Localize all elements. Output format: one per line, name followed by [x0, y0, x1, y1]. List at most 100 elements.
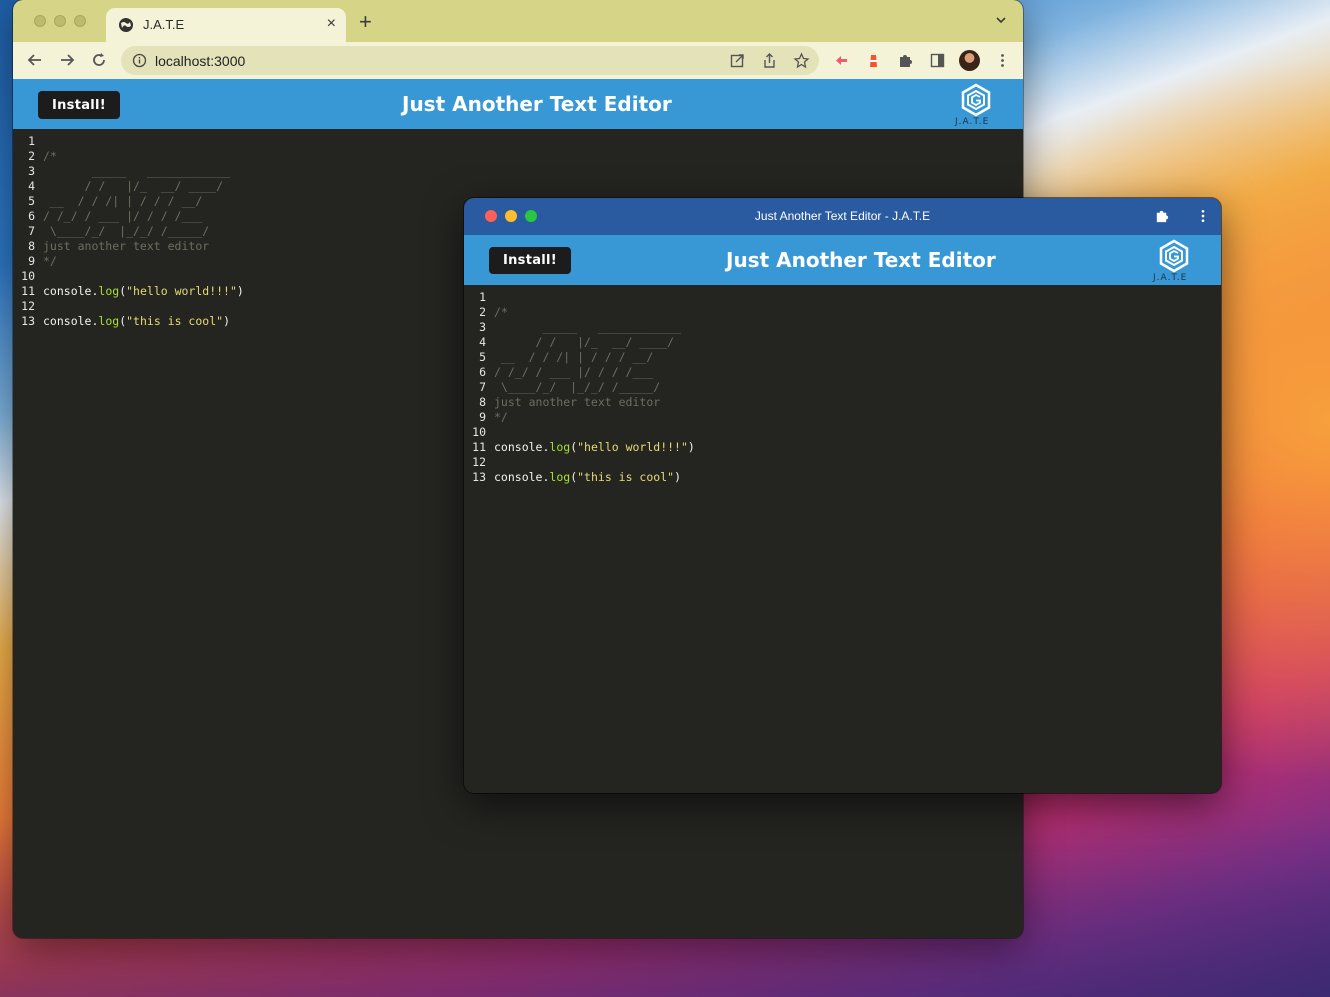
code-token: _____ ____________ [494, 320, 681, 334]
code-token: log [98, 284, 120, 298]
code-token: ) [223, 314, 230, 328]
site-info-icon[interactable] [132, 53, 147, 68]
side-panel-icon[interactable] [929, 52, 946, 69]
minimize-window-button[interactable] [54, 15, 66, 27]
code-token: ) [236, 284, 244, 298]
pwa-window-title: Just Another Text Editor - J.A.T.E [754, 209, 931, 223]
code-token: console [43, 284, 92, 298]
code-token: log [549, 470, 571, 484]
code-token: log [98, 314, 120, 328]
line-number: 7 [479, 380, 486, 394]
line-number: 10 [21, 269, 35, 283]
extensions-puzzle-icon[interactable] [897, 52, 914, 69]
forward-arrow-icon[interactable] [57, 50, 77, 70]
line-number: 5 [28, 194, 35, 208]
url-text[interactable]: localhost:3000 [155, 53, 245, 69]
code-line: 2 /* [13, 149, 1023, 164]
globe-icon [119, 18, 133, 32]
code-line: 2 /* [464, 305, 1221, 320]
code-line: 4 / / |/_ __/ ____/ [13, 179, 1023, 194]
zoom-window-button[interactable] [74, 15, 86, 27]
pwa-titlebar: Just Another Text Editor - J.A.T.E [464, 198, 1221, 235]
pwa-window: Just Another Text Editor - J.A.T.E Insta… [464, 198, 1221, 793]
line-number: 8 [479, 395, 486, 409]
line-number: 11 [472, 440, 486, 454]
logo-text: J.A.T.E [955, 117, 990, 127]
code-line: 3 _____ ____________ [464, 320, 1221, 335]
close-window-button[interactable] [34, 15, 46, 27]
line-number: 2 [479, 305, 486, 319]
code-token: / / |/_ __/ ____/ [43, 179, 224, 193]
code-token: "this is cool" [577, 470, 675, 484]
kebab-menu-icon[interactable] [1195, 208, 1211, 224]
line-number: 9 [479, 410, 486, 424]
code-token: __ / / /| | / / / __/ [494, 350, 654, 364]
profile-avatar[interactable] [959, 50, 980, 71]
line-number: 3 [28, 164, 35, 178]
line-number: 2 [28, 149, 35, 163]
code-token: "this is cool" [126, 314, 224, 328]
line-number: 4 [479, 335, 486, 349]
line-number: 3 [479, 320, 486, 334]
browser-toolbar: localhost:3000 [13, 42, 1023, 79]
code-token: __ / / /| | / / / __/ [43, 194, 203, 208]
code-editor[interactable]: 1 2 /* 3 _____ ____________ 4 / / |/_ __/… [464, 285, 1221, 793]
line-number: 13 [472, 470, 486, 484]
extension-lighthouse-icon[interactable] [865, 52, 882, 69]
line-number: 6 [28, 209, 35, 223]
code-token: log [549, 440, 571, 454]
code-token: / / |/_ __/ ____/ [494, 335, 675, 349]
share-icon[interactable] [761, 52, 778, 69]
line-number: 9 [28, 254, 35, 268]
code-line: 9 */ [464, 410, 1221, 425]
browser-tab[interactable]: J.A.T.E × [106, 8, 346, 42]
install-button[interactable]: Install! [38, 91, 120, 119]
code-line: 1 [13, 134, 1023, 149]
line-number: 1 [28, 134, 35, 148]
code-line: 10 [464, 425, 1221, 440]
code-token: console [494, 470, 543, 484]
extension-arrow-icon[interactable] [833, 52, 850, 69]
line-number: 7 [28, 224, 35, 238]
extensions-puzzle-icon[interactable] [1154, 208, 1170, 224]
new-tab-button[interactable]: + [359, 11, 372, 33]
page-title: Just Another Text Editor [402, 92, 672, 116]
code-token: ) [674, 470, 681, 484]
code-line: 1 [464, 290, 1221, 305]
app-header: Install! Just Another Text Editor J.A.T.… [464, 235, 1221, 285]
code-token: /* [43, 149, 57, 163]
line-number: 1 [479, 290, 486, 304]
install-button[interactable]: Install! [489, 247, 571, 274]
code-token: \____/_/ |_/_/ /_____/ [494, 380, 661, 394]
line-number: 4 [28, 179, 35, 193]
code-token: / /_/ / ___ |/ / / /___ [43, 209, 203, 223]
code-line: 13 console.log("this is cool") [464, 470, 1221, 485]
address-bar[interactable]: localhost:3000 [121, 46, 819, 75]
line-number: 13 [21, 314, 35, 328]
code-token: \____/_/ |_/_/ /_____/ [43, 224, 210, 238]
line-number: 12 [472, 455, 486, 469]
tab-close-icon[interactable]: × [327, 15, 336, 33]
code-token: _____ ____________ [43, 164, 230, 178]
app-header: Install! Just Another Text Editor J.A.T.… [13, 79, 1023, 129]
back-arrow-icon[interactable] [25, 50, 45, 70]
code-token: console [494, 440, 543, 454]
code-line: 8 just another text editor [464, 395, 1221, 410]
line-number: 8 [28, 239, 35, 253]
reload-icon[interactable] [89, 50, 109, 70]
code-token: ) [687, 440, 695, 454]
code-line: 7 \____/_/ |_/_/ /_____/ [464, 380, 1221, 395]
tab-strip: J.A.T.E × + [13, 0, 1023, 42]
page-title: Just Another Text Editor [726, 248, 996, 272]
line-number: 10 [472, 425, 486, 439]
code-line: 12 [464, 455, 1221, 470]
code-token: "hello world!!!" [577, 440, 688, 454]
chevron-down-icon[interactable] [995, 14, 1007, 26]
kebab-menu-icon[interactable] [994, 52, 1011, 69]
code-token: */ [43, 254, 57, 268]
code-line: 5 __ / / /| | / / / __/ [464, 350, 1221, 365]
code-token: /* [494, 305, 508, 319]
line-number: 11 [21, 284, 35, 298]
bookmark-star-icon[interactable] [793, 52, 810, 69]
open-in-app-icon[interactable] [729, 52, 746, 69]
